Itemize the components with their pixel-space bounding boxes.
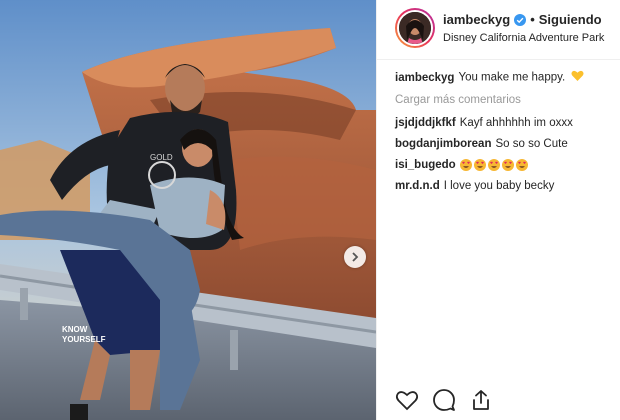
comment-icon[interactable] <box>432 388 456 412</box>
verified-badge-icon <box>514 13 527 26</box>
comment-text: Kayf ahhhhhh im oxxx <box>459 117 573 129</box>
shirt-text: GOLD <box>150 153 173 162</box>
caption-username[interactable]: iambeckyg <box>395 72 454 84</box>
photo-illustration: GOLD KNOW YOURSELF <box>0 0 376 420</box>
comment-item: mr.d.n.d I love you baby becky <box>395 180 615 192</box>
heart-eyes-emoji-icon <box>501 159 514 171</box>
comment-emoji-row <box>459 159 528 171</box>
comments-list: iambeckyg You make me happy. Cargar más c… <box>395 70 615 201</box>
avatar-story-ring[interactable] <box>395 8 435 48</box>
comment-item: jsjdjddjkfkf Kayf ahhhhhh im oxxx <box>395 117 615 129</box>
following-button[interactable]: Siguiendo <box>539 12 602 27</box>
avatar-image <box>399 12 431 44</box>
heart-eyes-emoji-icon <box>473 159 486 171</box>
post-actions <box>395 388 493 412</box>
comment-username[interactable]: bogdanjimborean <box>395 138 491 150</box>
caption: iambeckyg You make me happy. <box>395 70 615 85</box>
comment-username[interactable]: mr.d.n.d <box>395 180 440 192</box>
location-link[interactable]: Disney California Adventure Park <box>443 32 604 44</box>
comment-item: isi_bugedo <box>395 159 615 171</box>
comment-username[interactable]: jsjdjddjkfkf <box>395 117 456 129</box>
header-separator: • <box>530 12 535 27</box>
shorts-text-line1: KNOW <box>62 325 88 334</box>
carousel-next-button[interactable] <box>344 246 366 268</box>
heart-eyes-emoji-icon <box>487 159 500 171</box>
post-header: iambeckyg • Siguiendo Disney California … <box>377 0 620 60</box>
comment-item: bogdanjimborean So so so Cute <box>395 138 615 150</box>
load-more-comments-button[interactable]: Cargar más comentarios <box>395 94 615 106</box>
caption-text: You make me happy. <box>458 71 566 84</box>
shorts-text-line2: YOURSELF <box>62 335 106 344</box>
share-icon[interactable] <box>469 388 493 412</box>
post-sidebar: iambeckyg • Siguiendo Disney California … <box>376 0 620 420</box>
header-user-row: iambeckyg • Siguiendo <box>443 12 602 27</box>
comment-username[interactable]: isi_bugedo <box>395 159 456 171</box>
heart-eyes-emoji-icon <box>459 159 472 171</box>
heart-eyes-emoji-icon <box>515 159 528 171</box>
like-heart-icon[interactable] <box>395 388 419 412</box>
comment-text: So so so Cute <box>495 138 568 150</box>
post-photo[interactable]: GOLD KNOW YOURSELF <box>0 0 376 420</box>
avatar[interactable] <box>397 10 433 46</box>
comment-text: I love you baby becky <box>443 180 555 193</box>
header-username[interactable]: iambeckyg <box>443 12 510 27</box>
yellow-heart-icon <box>571 70 584 85</box>
chevron-right-icon <box>352 252 359 262</box>
